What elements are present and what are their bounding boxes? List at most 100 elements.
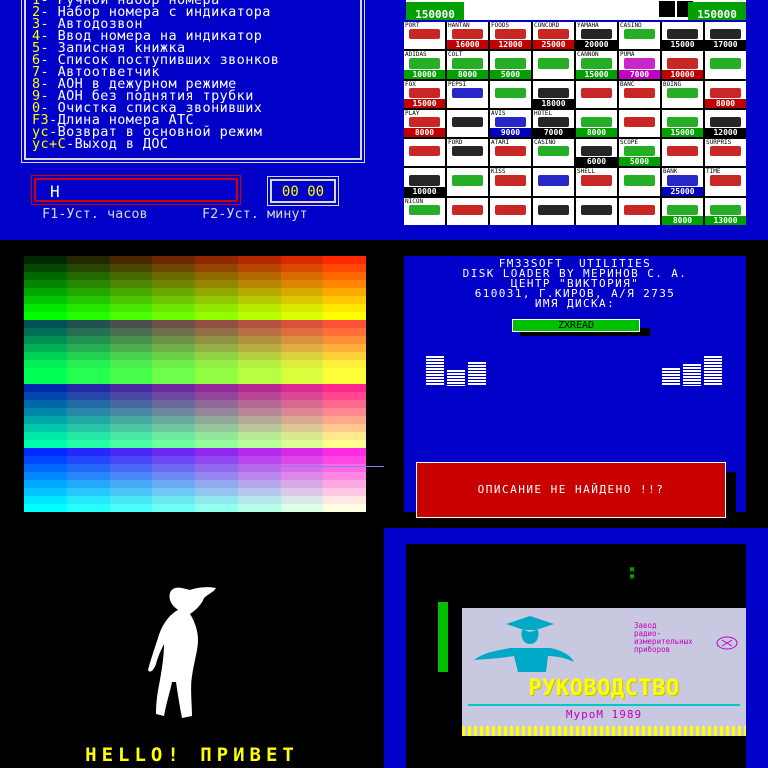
property-art-icon xyxy=(495,116,526,128)
property-cell[interactable]: SURPRIS xyxy=(705,139,746,167)
property-cell[interactable]: KISS xyxy=(490,168,531,196)
palette-swatch xyxy=(237,352,281,360)
palette-swatch xyxy=(24,480,67,488)
property-cell[interactable]: FORD xyxy=(447,139,488,167)
property-cell[interactable] xyxy=(619,168,660,196)
property-art-icon xyxy=(538,204,569,215)
property-art-icon xyxy=(495,29,526,40)
palette-swatch xyxy=(280,400,324,408)
property-cell[interactable]: 10000 xyxy=(662,51,703,79)
property-cell[interactable]: 10000 xyxy=(404,168,445,196)
palette-swatch xyxy=(152,368,195,376)
property-cell[interactable]: ATARI xyxy=(490,139,531,167)
property-cell[interactable]: CANNON 15000 xyxy=(576,51,617,79)
property-cell[interactable]: 15000 xyxy=(662,109,703,138)
property-cell[interactable] xyxy=(533,197,574,225)
property-cell[interactable]: CONCORD 25000 xyxy=(533,22,574,50)
property-cell[interactable] xyxy=(490,80,531,108)
palette-swatch xyxy=(109,472,153,480)
property-cell[interactable]: PLAY 8000 xyxy=(404,109,445,138)
property-cell[interactable]: CASINO xyxy=(533,139,574,167)
palette-swatch xyxy=(323,368,366,376)
property-cell[interactable]: ADIDAS 10000 xyxy=(404,51,445,79)
property-cell[interactable]: CASINO xyxy=(619,22,660,50)
property-cell[interactable]: YAMAHA 20000 xyxy=(576,22,617,50)
palette-swatch xyxy=(109,480,153,488)
divider-line xyxy=(280,466,384,467)
palette-swatch xyxy=(280,360,324,368)
palette-swatch xyxy=(237,424,281,432)
property-cell[interactable]: PEPSI xyxy=(447,80,488,108)
palette-swatch xyxy=(109,288,153,296)
property-art-icon xyxy=(710,87,741,98)
palette-swatch xyxy=(152,504,195,512)
property-cell[interactable] xyxy=(533,51,574,79)
disk-name-field[interactable]: ZXREAD xyxy=(512,319,640,332)
property-cell[interactable]: AVIS 9000 xyxy=(490,109,531,138)
property-cell[interactable] xyxy=(576,80,617,108)
palette-swatch xyxy=(66,376,110,384)
property-art-icon xyxy=(538,29,569,40)
property-cell[interactable] xyxy=(447,109,488,138)
palette-swatch xyxy=(237,504,281,512)
property-cell[interactable]: FOODS 12000 xyxy=(490,22,531,50)
property-cell[interactable]: 5000 xyxy=(490,51,531,79)
palette-swatch xyxy=(323,320,366,328)
property-price: 25000 xyxy=(533,40,574,50)
menu-item[interactable]: ус+С-Выход в ДОС xyxy=(32,137,168,151)
property-cell[interactable]: 8000 xyxy=(662,197,703,225)
palette-swatch xyxy=(24,432,67,440)
property-cell[interactable]: HOTEL 7000 xyxy=(533,109,574,138)
title-underline xyxy=(468,704,740,706)
property-art-icon xyxy=(581,116,612,128)
palette-swatch xyxy=(323,408,366,416)
palette-swatch xyxy=(323,296,366,304)
property-cell[interactable]: TIME xyxy=(705,168,746,196)
property-cell[interactable]: 6000 xyxy=(576,139,617,167)
property-cell[interactable] xyxy=(447,168,488,196)
palette-swatch xyxy=(323,264,366,272)
property-cell[interactable] xyxy=(533,168,574,196)
palette-swatch xyxy=(237,328,281,336)
palette-swatch xyxy=(195,384,238,392)
palette-swatch xyxy=(323,496,366,504)
palette-swatch xyxy=(237,472,281,480)
property-cell[interactable]: SHELL xyxy=(576,168,617,196)
number-entry-field[interactable]: Н xyxy=(31,175,241,205)
palette-swatch xyxy=(280,384,324,392)
property-cell[interactable]: 13000 xyxy=(705,197,746,225)
property-price: 8000 xyxy=(447,69,488,79)
property-cell[interactable]: 8000 xyxy=(576,109,617,138)
property-cell[interactable]: 8000 xyxy=(705,80,746,108)
property-cell[interactable]: FOX 15000 xyxy=(404,80,445,108)
property-cell[interactable]: PUMA 7000 xyxy=(619,51,660,79)
property-cell[interactable] xyxy=(619,197,660,225)
property-cell[interactable] xyxy=(619,109,660,138)
palette-swatch xyxy=(152,304,195,312)
property-cell[interactable]: 18000 xyxy=(533,80,574,108)
property-cell[interactable]: 12000 xyxy=(705,109,746,138)
palette-swatch xyxy=(24,440,67,448)
palette-swatch xyxy=(195,264,238,272)
property-cell[interactable]: SCOPE 5000 xyxy=(619,139,660,167)
palette-swatch xyxy=(195,272,238,280)
property-cell[interactable]: PORT xyxy=(404,22,445,50)
property-cell[interactable]: COLT 8000 xyxy=(447,51,488,79)
property-cell[interactable]: 15000 xyxy=(662,22,703,50)
property-cell[interactable]: NICON xyxy=(404,197,445,225)
property-cell[interactable] xyxy=(705,51,746,79)
property-cell[interactable] xyxy=(447,197,488,225)
property-cell[interactable]: BANK 25000 xyxy=(662,168,703,196)
property-art-icon xyxy=(452,175,483,186)
property-cell[interactable] xyxy=(404,139,445,167)
property-cell[interactable] xyxy=(490,197,531,225)
property-cell[interactable]: 17000 xyxy=(705,22,746,50)
graduate-figure-icon xyxy=(474,616,574,672)
property-cell[interactable]: BOING xyxy=(662,80,703,108)
property-cell[interactable]: BANC xyxy=(619,80,660,108)
property-cell[interactable] xyxy=(576,197,617,225)
property-cell[interactable] xyxy=(662,139,703,167)
palette-swatch xyxy=(152,344,195,352)
palette-swatch xyxy=(66,384,110,392)
property-cell[interactable]: HANTAN 16000 xyxy=(447,22,488,50)
